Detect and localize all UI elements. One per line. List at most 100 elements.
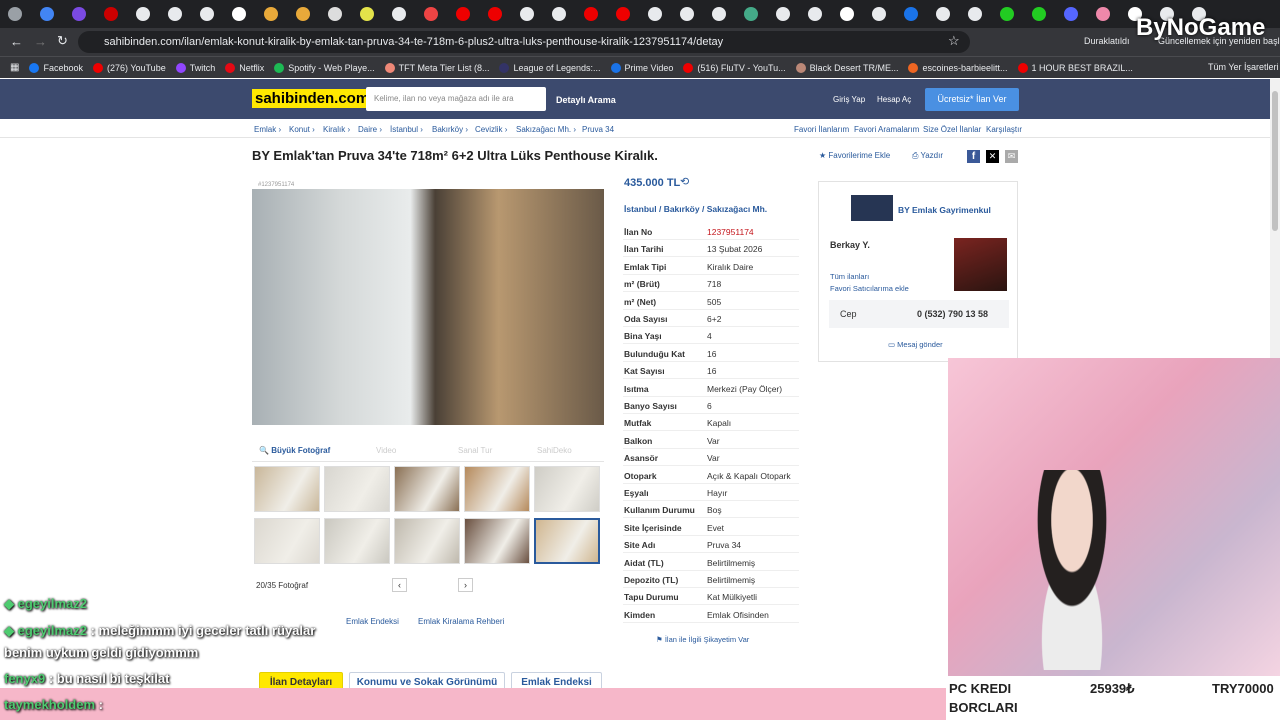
- photo-thumbnail[interactable]: [534, 518, 600, 564]
- bookmark-item[interactable]: escoines-barbieelitt...: [908, 62, 1008, 73]
- photo-thumbnail[interactable]: [324, 466, 390, 512]
- browser-tab[interactable]: [328, 7, 342, 21]
- register-link[interactable]: Hesap Aç: [877, 95, 911, 104]
- browser-tab[interactable]: [296, 7, 310, 21]
- browser-tab[interactable]: [424, 7, 438, 21]
- browser-tab[interactable]: [360, 7, 374, 21]
- photo-thumbnail[interactable]: [394, 518, 460, 564]
- next-photo-button[interactable]: ›: [458, 578, 473, 592]
- store-logo[interactable]: [851, 195, 893, 221]
- prev-photo-button[interactable]: ‹: [392, 578, 407, 592]
- site-logo[interactable]: sahibinden.com: [252, 89, 373, 108]
- browser-tab[interactable]: [232, 7, 246, 21]
- send-message-link[interactable]: ▭ Mesaj gönder: [888, 340, 943, 349]
- bookmark-item[interactable]: Spotify - Web Playe...: [274, 62, 375, 73]
- breadcrumb-link[interactable]: Karşılaştır: [986, 125, 1022, 134]
- x-share-icon[interactable]: ✕: [986, 150, 999, 163]
- browser-tab[interactable]: [648, 7, 662, 21]
- browser-tab[interactable]: [840, 7, 854, 21]
- bookmark-item[interactable]: TFT Meta Tier List (8...: [384, 62, 489, 73]
- browser-tab[interactable]: [168, 7, 182, 21]
- photo-thumbnail[interactable]: [464, 518, 530, 564]
- browser-tab[interactable]: [456, 7, 470, 21]
- main-photo[interactable]: [252, 189, 604, 425]
- browser-tab[interactable]: [904, 7, 918, 21]
- browser-tab[interactable]: [104, 7, 118, 21]
- breadcrumb-link[interactable]: Favori İlanlarım: [794, 125, 849, 134]
- browser-tab[interactable]: [520, 7, 534, 21]
- profile-status[interactable]: Duraklatıldı: [1084, 36, 1130, 46]
- facebook-share-icon[interactable]: f: [967, 150, 980, 163]
- post-ad-button[interactable]: Ücretsiz* İlan Ver: [925, 88, 1019, 111]
- breadcrumb-item[interactable]: Sakızağacı Mh. ›: [516, 125, 576, 134]
- photo-thumbnail[interactable]: [534, 466, 600, 512]
- bookmark-item[interactable]: 1 HOUR BEST BRAZIL...: [1017, 62, 1133, 73]
- bookmark-item[interactable]: (516) FluTV - YouTu...: [683, 62, 786, 73]
- browser-tab[interactable]: [136, 7, 150, 21]
- fav-seller-link[interactable]: Favori Satıcılarıma ekle: [830, 284, 909, 293]
- video-tab[interactable]: Video: [376, 446, 396, 455]
- browser-tab[interactable]: [1064, 7, 1078, 21]
- browser-tab[interactable]: [872, 7, 886, 21]
- bookmark-item[interactable]: (276) YouTube: [92, 62, 166, 73]
- bookmark-item[interactable]: Prime Video: [610, 62, 673, 73]
- browser-tab[interactable]: [488, 7, 502, 21]
- breadcrumb-item[interactable]: Daire ›: [358, 125, 382, 134]
- back-icon[interactable]: ←: [10, 34, 23, 49]
- bookmark-item[interactable]: Black Desert TR/ME...: [795, 62, 898, 73]
- login-link[interactable]: Giriş Yap: [833, 95, 865, 104]
- browser-tab[interactable]: [40, 7, 54, 21]
- page-scrollbar[interactable]: [1270, 79, 1280, 359]
- forward-icon[interactable]: →: [34, 34, 47, 49]
- browser-tab[interactable]: [1096, 7, 1110, 21]
- browser-tab[interactable]: [936, 7, 950, 21]
- price-history-icon[interactable]: ⟲: [680, 175, 689, 188]
- print-link[interactable]: ⎙ Yazdır: [912, 151, 943, 161]
- bookmark-star-icon[interactable]: ☆: [948, 33, 960, 49]
- photo-thumbnail[interactable]: [324, 518, 390, 564]
- breadcrumb-item[interactable]: Pruva 34: [582, 125, 614, 134]
- rental-guide-link[interactable]: Emlak Kiralama Rehberi: [418, 617, 504, 626]
- browser-tab[interactable]: [200, 7, 214, 21]
- breadcrumb-item[interactable]: Kiralık ›: [323, 125, 350, 134]
- browser-tab[interactable]: [712, 7, 726, 21]
- reload-icon[interactable]: ↻: [57, 33, 68, 49]
- breadcrumb-link[interactable]: Size Özel İlanlar: [923, 125, 981, 134]
- browser-tab[interactable]: [968, 7, 982, 21]
- browser-tab[interactable]: [1032, 7, 1046, 21]
- browser-tab[interactable]: [552, 7, 566, 21]
- search-input[interactable]: Kelime, ilan no veya mağaza adı ile ara: [366, 87, 546, 111]
- breadcrumb-item[interactable]: Konut ›: [289, 125, 315, 134]
- address-bar[interactable]: sahibinden.com/ilan/emlak-konut-kiralik-…: [78, 31, 970, 53]
- bookmark-item[interactable]: Netflix: [225, 62, 264, 73]
- mail-share-icon[interactable]: ✉: [1005, 150, 1018, 163]
- search-icon[interactable]: ⌕: [527, 91, 534, 106]
- large-photo-tab[interactable]: 🔍 Büyük Fotoğraf: [259, 446, 330, 455]
- favorite-link[interactable]: ★ Favorilerime Ekle: [819, 151, 890, 160]
- photo-thumbnail[interactable]: [394, 466, 460, 512]
- report-link[interactable]: ⚑ İlan ile İlgili Şikayetim Var: [656, 635, 749, 644]
- detailed-search-link[interactable]: Detaylı Arama: [556, 95, 616, 105]
- breadcrumb-item[interactable]: Bakırköy ›: [432, 125, 468, 134]
- sahideko-tab[interactable]: SahiDeko: [537, 446, 572, 455]
- bookmark-item[interactable]: Twitch: [175, 62, 215, 73]
- emlak-endeksi-link[interactable]: Emlak Endeksi: [346, 617, 399, 626]
- photo-thumbnail[interactable]: [464, 466, 530, 512]
- bookmark-item[interactable]: Facebook: [29, 62, 83, 73]
- browser-tab[interactable]: [584, 7, 598, 21]
- browser-tab[interactable]: [392, 7, 406, 21]
- browser-tab[interactable]: [776, 7, 790, 21]
- browser-tab[interactable]: [72, 7, 86, 21]
- breadcrumb-item[interactable]: Cevizlik ›: [475, 125, 507, 134]
- virtual-tour-tab[interactable]: Sanal Tur: [458, 446, 492, 455]
- store-name[interactable]: BY Emlak Gayrimenkul: [898, 205, 991, 215]
- browser-tab[interactable]: [808, 7, 822, 21]
- browser-tab[interactable]: [616, 7, 630, 21]
- bookmark-item[interactable]: League of Legends:...: [499, 62, 601, 73]
- photo-thumbnail[interactable]: [254, 466, 320, 512]
- browser-tab[interactable]: [744, 7, 758, 21]
- breadcrumb-item[interactable]: İstanbul ›: [390, 125, 423, 134]
- apps-icon[interactable]: ▦: [10, 62, 19, 73]
- all-bookmarks[interactable]: Tüm Yer İşaretleri: [1208, 62, 1279, 72]
- browser-tab[interactable]: [8, 7, 22, 21]
